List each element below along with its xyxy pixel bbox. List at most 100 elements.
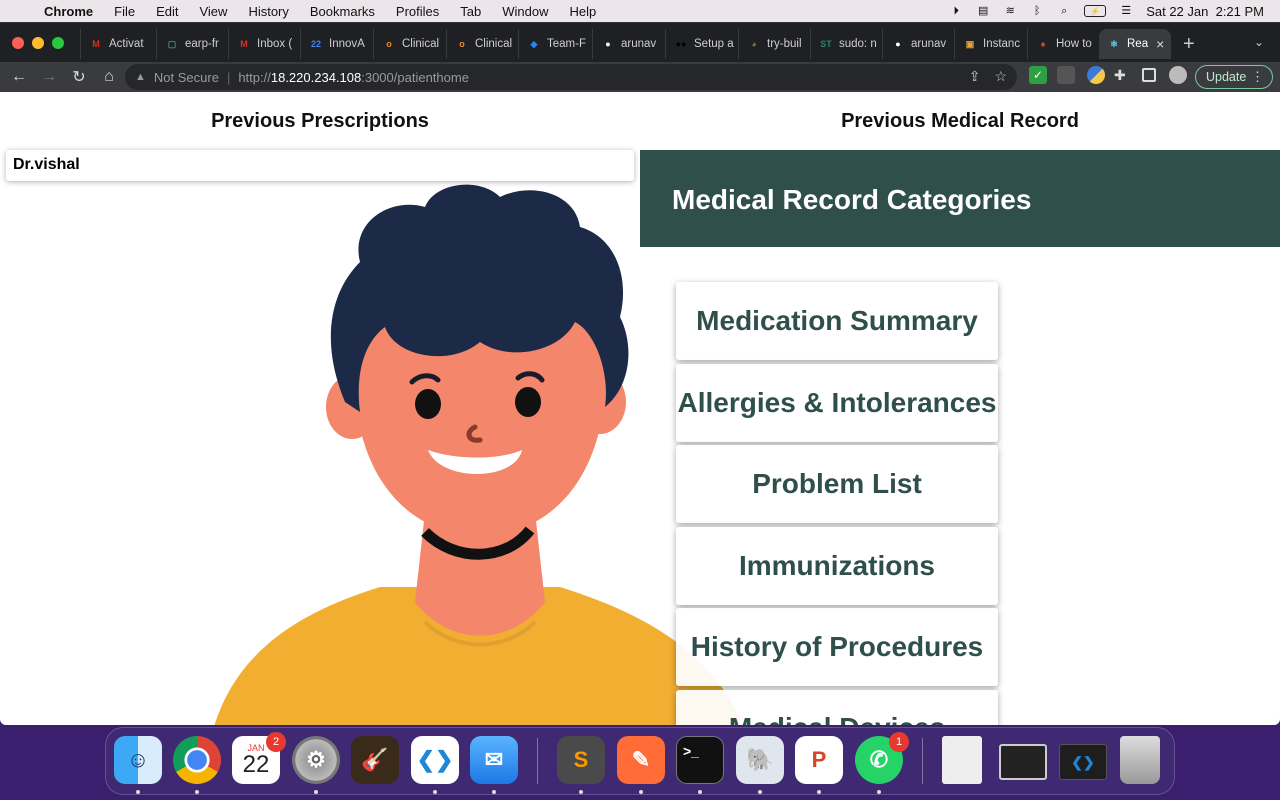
browser-tab[interactable]: M Inbox ( — [228, 29, 300, 59]
medical-record-heading: Previous Medical Record — [841, 110, 1079, 132]
dock-separator — [537, 738, 538, 784]
screenshot-icon[interactable] — [999, 744, 1047, 780]
browser-tab[interactable]: ● arunav — [882, 29, 954, 59]
running-indicator — [195, 790, 199, 794]
browser-tab[interactable]: ⚛ Rea × — [1099, 29, 1171, 59]
stackexchange-icon: ST — [820, 39, 832, 49]
close-window-button[interactable] — [12, 37, 24, 49]
extension-check-icon[interactable]: ✓ — [1029, 66, 1047, 84]
side-panel-icon[interactable] — [1142, 68, 1156, 82]
browser-tab[interactable]: o Clinical — [446, 29, 518, 59]
forward-icon[interactable]: → — [35, 68, 63, 86]
prescription-card[interactable]: Dr.vishal — [6, 150, 634, 181]
browser-tab[interactable]: ●● Setup a — [665, 29, 737, 59]
menu-history[interactable]: History — [248, 4, 288, 19]
menu-window[interactable]: Window — [502, 4, 548, 19]
url-protocol[interactable]: http:// — [238, 70, 271, 85]
window-controls — [12, 37, 64, 49]
category-medication-summary[interactable]: Medication Summary — [676, 282, 998, 360]
kebab-menu-icon[interactable]: ⋮ — [1251, 69, 1264, 85]
url-host[interactable]: 18.220.234.108 — [271, 70, 361, 85]
finder-icon[interactable]: ☺ — [114, 736, 162, 784]
browser-tab[interactable]: ▣ Instanc — [954, 29, 1026, 59]
menubar-datetime[interactable]: Sat 22 Jan 2:21 PM — [1146, 4, 1264, 19]
reload-icon[interactable]: ↻ — [65, 67, 93, 87]
url-path[interactable]: :3000/patienthome — [361, 70, 469, 85]
browser-tab[interactable]: 22 InnovA — [300, 29, 372, 59]
browser-tab[interactable]: M Activat — [80, 29, 152, 59]
category-allergies-intolerances[interactable]: Allergies & Intolerances — [676, 364, 998, 442]
menu-file[interactable]: File — [114, 4, 135, 19]
chrome-icon[interactable] — [173, 736, 221, 784]
profile-avatar[interactable] — [1169, 66, 1187, 84]
menu-view[interactable]: View — [199, 4, 227, 19]
wifi-icon[interactable]: ≋ — [1003, 5, 1017, 17]
system-preferences-icon[interactable]: ⚙ — [292, 736, 340, 784]
screen-record-icon[interactable]: ⏵ — [949, 5, 963, 17]
mail-icon[interactable]: ✉ — [470, 736, 518, 784]
terminal-icon[interactable]: >_ — [676, 736, 724, 784]
menu-profiles[interactable]: Profiles — [396, 4, 439, 19]
extensions-puzzle-icon[interactable]: ✚ — [1114, 66, 1132, 84]
trash-icon[interactable] — [1120, 736, 1160, 784]
menu-tab[interactable]: Tab — [460, 4, 481, 19]
vscode-icon[interactable]: ❮❯ — [411, 736, 459, 784]
tab-title: Clinical — [475, 38, 513, 50]
update-label: Update — [1206, 70, 1247, 84]
address-bar[interactable]: ▲ Not Secure | http:// 18.220.234.108 :3… — [125, 64, 1017, 90]
pgadmin-icon[interactable]: 🐘 — [736, 736, 784, 784]
category-immunizations[interactable]: Immunizations — [676, 527, 998, 605]
running-indicator — [136, 790, 140, 794]
control-center-icon[interactable]: ☰ — [1119, 5, 1133, 17]
update-button[interactable]: Update ⋮ — [1195, 65, 1273, 89]
minimize-window-button[interactable] — [32, 37, 44, 49]
browser-tab[interactable]: ● arunav — [592, 29, 664, 59]
running-indicator — [433, 790, 437, 794]
running-indicator — [639, 790, 643, 794]
menu-bookmarks[interactable]: Bookmarks — [310, 4, 375, 19]
home-icon[interactable]: ⌂ — [95, 68, 123, 86]
close-tab-icon[interactable]: × — [1156, 36, 1164, 52]
menu-help[interactable]: Help — [570, 4, 597, 19]
browser-tab[interactable]: ST sudo: n — [810, 29, 882, 59]
tab-search-chevron-icon[interactable]: ⌄ — [1254, 35, 1264, 49]
display-icon[interactable]: ▤ — [976, 5, 990, 17]
react-icon: ⚛ — [1109, 39, 1119, 49]
tab-title: Clinical — [402, 38, 440, 50]
warning-icon[interactable]: ▲ — [135, 71, 146, 83]
bluetooth-icon[interactable]: ᛒ — [1030, 5, 1044, 17]
battery-icon[interactable]: ⚡ — [1084, 5, 1107, 17]
menu-edit[interactable]: Edit — [156, 4, 178, 19]
bookmark-star-icon[interactable]: ☆ — [994, 68, 1007, 85]
tab-title: Team-F — [547, 38, 586, 50]
documents-icon[interactable] — [942, 736, 982, 784]
browser-tab[interactable]: ▢ earp-fr — [156, 29, 228, 59]
garageband-icon[interactable]: 🎸 — [351, 736, 399, 784]
browser-tab[interactable]: ♠ How to — [1027, 29, 1099, 59]
share-icon[interactable]: ⇪ — [969, 68, 981, 85]
category-history-of-procedures[interactable]: History of Procedures — [676, 608, 998, 686]
category-medical-devices[interactable]: Medical Devices — [676, 690, 998, 725]
tab-title: earp-fr — [185, 38, 219, 50]
browser-tab[interactable]: ◆ Team-F — [518, 29, 590, 59]
security-label[interactable]: Not Secure — [154, 70, 219, 85]
postman-icon[interactable]: ✎ — [617, 736, 665, 784]
sublime-text-icon[interactable]: S — [557, 736, 605, 784]
extension-python-icon[interactable] — [1087, 66, 1105, 84]
back-icon[interactable]: ← — [5, 68, 33, 86]
browser-tab[interactable]: ◕ try-buil — [738, 29, 810, 59]
category-problem-list[interactable]: Problem List — [676, 445, 998, 523]
vscode-window-icon[interactable]: ❮❯ — [1059, 744, 1107, 780]
calendar-icon[interactable]: JAN 22 2 — [232, 732, 286, 784]
powerpoint-icon[interactable]: P — [795, 736, 843, 784]
whatsapp-icon[interactable]: ✆ 1 — [855, 732, 909, 784]
extension-grid-icon[interactable] — [1057, 66, 1075, 84]
running-indicator — [492, 790, 496, 794]
menu-app-name[interactable]: Chrome — [44, 4, 93, 19]
prescriptions-heading: Previous Prescriptions — [211, 110, 429, 132]
search-icon[interactable]: ⌕ — [1057, 5, 1071, 17]
tab-title: Setup a — [694, 38, 734, 50]
zoom-window-button[interactable] — [52, 37, 64, 49]
new-tab-icon[interactable]: + — [1183, 33, 1195, 56]
browser-tab[interactable]: o Clinical — [373, 29, 445, 59]
